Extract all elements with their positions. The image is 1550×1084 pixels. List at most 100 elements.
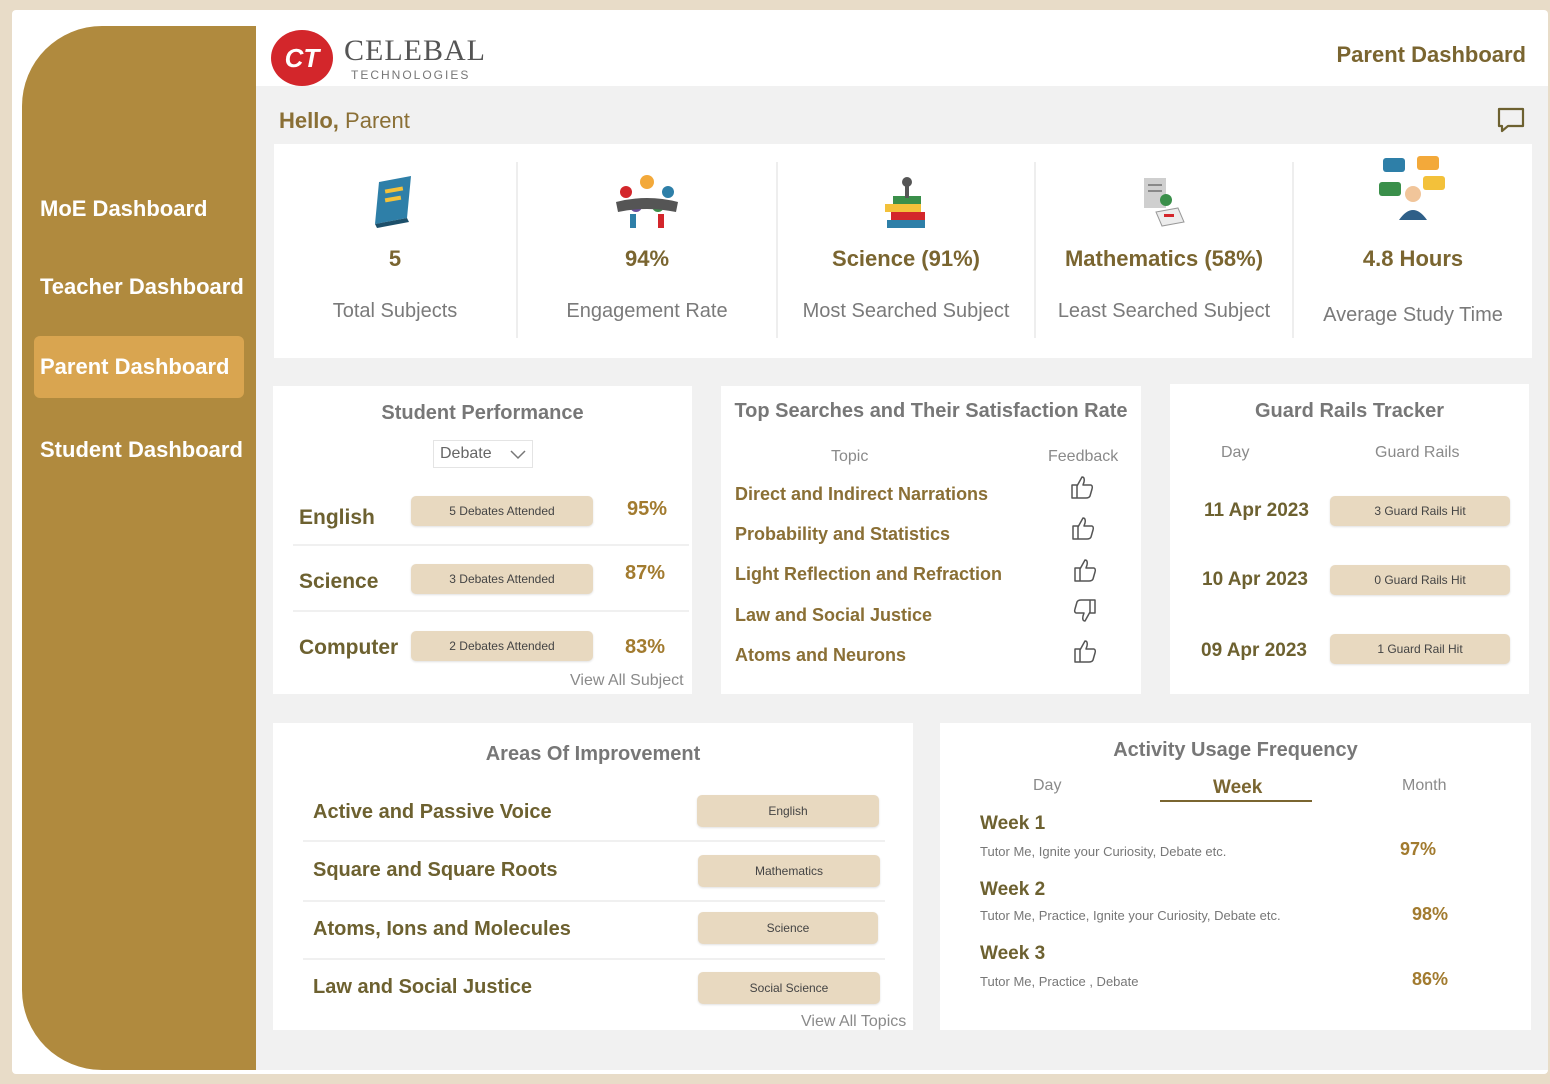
science-books-icon [885, 177, 925, 228]
greeting: Hello, Parent [279, 108, 410, 134]
week-percent: 86% [1412, 969, 1449, 989]
subject-badge: Social Science [698, 972, 880, 1004]
search-topic: Light Reflection and Refraction [735, 564, 1003, 584]
search-topic: Law and Social Justice [735, 605, 933, 625]
sidebar: MoE Dashboard Teacher Dashboard Parent D… [22, 26, 256, 1070]
tab-day[interactable]: Day [1033, 777, 1061, 795]
team-icon [616, 175, 678, 228]
subject-name: Computer [299, 636, 399, 659]
guard-date: 10 Apr 2023 [1202, 569, 1308, 590]
week-activities: Tutor Me, Practice , Debate [980, 974, 1139, 989]
thumbs-down-icon [1073, 599, 1096, 622]
card-title: Student Performance [381, 402, 584, 424]
week-percent: 98% [1412, 904, 1449, 924]
card-title: Top Searches and Their Satisfaction Rate [734, 400, 1128, 422]
improvement-topic: Square and Square Roots [313, 859, 558, 881]
improvement-topic: Law and Social Justice [313, 976, 532, 998]
column-header-feedback: Feedback [1048, 448, 1119, 465]
dropdown-value: Debate [440, 445, 492, 462]
subject-name: Science [299, 570, 379, 593]
top-searches-card: Top Searches and Their Satisfaction Rate… [721, 386, 1141, 694]
guard-rails-badge: 3 Guard Rails Hit [1330, 496, 1510, 526]
column-header-topic: Topic [831, 448, 869, 465]
subject-percent: 87% [625, 562, 666, 584]
guard-rails-badge: 1 Guard Rail Hit [1330, 634, 1510, 664]
kpi-engagement-rate: 94% Engagement Rate [518, 144, 776, 358]
main-content: CT CELEBAL TECHNOLOGIES Parent Dashboard… [256, 26, 1548, 1070]
kpi-card: 5 Total Subjects 94% Engagement Rate Sci… [274, 144, 1532, 358]
guard-rails-card: Guard Rails Tracker Day Guard Rails 11 A… [1170, 384, 1529, 694]
kpi-least-searched: Mathematics (58%) Least Searched Subject [1036, 144, 1292, 358]
book-icon [375, 176, 411, 228]
tab-week-underline [1160, 800, 1312, 802]
logo-subtitle: TECHNOLOGIES [351, 68, 471, 82]
thumbs-up-icon [1072, 517, 1095, 540]
thumbs-up-icon [1074, 559, 1097, 582]
activity-dropdown[interactable]: Debate [433, 440, 533, 468]
kpi-total-subjects: 5 Total Subjects [274, 144, 516, 358]
chevron-down-icon [510, 450, 526, 460]
logo-mark: CT [271, 30, 333, 86]
nav-teacher-dashboard[interactable]: Teacher Dashboard [34, 256, 256, 318]
kpi-label: Most Searched Subject [802, 300, 1010, 322]
thumbs-up-icon [1071, 476, 1094, 499]
areas-of-improvement-card: Areas Of Improvement Active and Passive … [273, 723, 913, 1030]
tab-month[interactable]: Month [1402, 777, 1446, 795]
week-label: Week 2 [980, 879, 1046, 900]
chat-user-icon [1379, 156, 1445, 220]
improvement-topic: Atoms, Ions and Molecules [313, 918, 571, 940]
guard-date: 09 Apr 2023 [1201, 640, 1307, 661]
kpi-label: Least Searched Subject [1057, 300, 1271, 322]
kpi-value: Mathematics (58%) [1064, 246, 1264, 271]
card-title: Areas Of Improvement [485, 743, 701, 765]
guard-date: 11 Apr 2023 [1204, 500, 1309, 521]
page-title: Parent Dashboard [1336, 42, 1527, 67]
divider [303, 840, 885, 842]
column-header-day: Day [1221, 444, 1250, 461]
greeting-hello: Hello, [279, 108, 339, 133]
student-performance-card: Student Performance Debate English 5 Deb… [273, 386, 692, 694]
search-topic: Atoms and Neurons [735, 645, 907, 665]
view-all-subject-link[interactable]: View All Subject [570, 672, 684, 690]
nav-parent-dashboard[interactable]: Parent Dashboard [34, 336, 244, 398]
week-percent: 97% [1400, 839, 1437, 859]
debates-badge: 5 Debates Attended [411, 496, 593, 526]
subject-percent: 95% [627, 498, 668, 520]
card-title: Activity Usage Frequency [1113, 739, 1358, 761]
comment-icon[interactable] [1496, 106, 1526, 134]
kpi-label: Engagement Rate [566, 300, 728, 322]
search-topic: Direct and Indirect Narrations [735, 484, 989, 504]
kpi-value: Science (91%) [832, 246, 980, 271]
divider [293, 544, 689, 546]
divider [293, 610, 689, 612]
divider [303, 900, 885, 902]
nav-student-dashboard[interactable]: Student Dashboard [34, 419, 256, 481]
kpi-most-searched: Science (91%) Most Searched Subject [778, 144, 1034, 358]
subject-percent: 83% [625, 636, 666, 658]
greeting-name: Parent [345, 108, 410, 133]
debates-badge: 3 Debates Attended [411, 564, 593, 594]
search-topic: Probability and Statistics [735, 524, 951, 544]
subject-badge: Mathematics [698, 855, 880, 887]
kpi-value: 94% [624, 246, 670, 271]
subject-badge: Science [698, 912, 878, 944]
card-title: Guard Rails Tracker [1255, 400, 1444, 422]
kpi-label: Total Subjects [332, 300, 458, 322]
kpi-label: Average Study Time [1323, 304, 1503, 326]
improvement-topic: Active and Passive Voice [313, 801, 552, 823]
nav-moe-dashboard[interactable]: MoE Dashboard [34, 178, 256, 240]
activity-usage-card: Activity Usage Frequency Day Week Month … [940, 723, 1531, 1030]
tab-week[interactable]: Week [1213, 777, 1262, 799]
top-bar: CT CELEBAL TECHNOLOGIES Parent Dashboard [256, 26, 1548, 86]
logo-name: CELEBAL [344, 34, 486, 67]
subject-badge: English [697, 795, 879, 827]
divider [303, 958, 885, 960]
guard-rails-badge: 0 Guard Rails Hit [1330, 565, 1510, 595]
kpi-average-study-time: 4.8 Hours Average Study Time [1294, 144, 1532, 358]
debates-badge: 2 Debates Attended [411, 631, 593, 661]
week-label: Week 3 [980, 943, 1046, 964]
kpi-value: 5 [388, 246, 402, 271]
thumbs-up-icon [1074, 640, 1097, 663]
column-header-guard-rails: Guard Rails [1375, 444, 1460, 461]
view-all-topics-link[interactable]: View All Topics [801, 1013, 906, 1031]
